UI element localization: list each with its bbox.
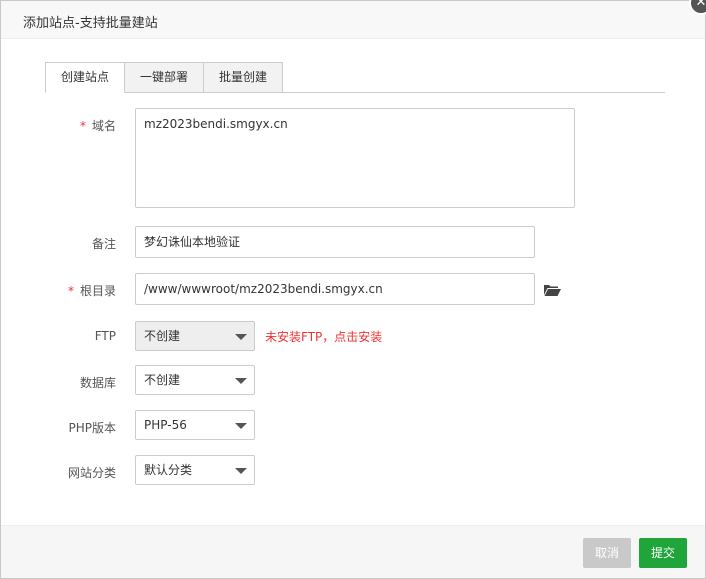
- chevron-down-icon: [235, 378, 247, 384]
- domain-label: * 域名: [79, 119, 116, 133]
- dialog-footer: 取消 提交: [1, 525, 705, 578]
- ftp-select-value: 不创建: [144, 329, 181, 343]
- tab-batch-create[interactable]: 批量创建: [203, 62, 283, 93]
- add-site-dialog: 添加站点-支持批量建站 ✕ 创建站点 一键部署 批量创建 * 域名 mz2023b…: [0, 0, 706, 579]
- folder-open-icon[interactable]: [544, 284, 561, 296]
- php-version-select-value: PHP-56: [144, 418, 187, 432]
- root-dir-input[interactable]: /www/wwwroot/mz2023bendi.smgyx.cn: [135, 273, 535, 305]
- database-label: 数据库: [79, 376, 116, 390]
- ftp-label: FTP: [94, 329, 116, 343]
- tab-divider: [45, 92, 665, 93]
- ftp-install-link[interactable]: 未安装FTP，点击安装: [265, 328, 382, 345]
- site-category-select[interactable]: 默认分类: [135, 455, 255, 485]
- cancel-button[interactable]: 取消: [583, 538, 631, 568]
- php-version-select[interactable]: PHP-56: [135, 410, 255, 440]
- database-select-value: 不创建: [144, 373, 181, 387]
- remark-input[interactable]: 梦幻诛仙本地验证: [135, 226, 535, 258]
- submit-button[interactable]: 提交: [639, 538, 687, 568]
- database-select[interactable]: 不创建: [135, 365, 255, 395]
- tab-create-site[interactable]: 创建站点: [45, 62, 125, 93]
- required-mark: *: [67, 284, 74, 298]
- remark-label: 备注: [91, 237, 116, 251]
- chevron-down-icon: [235, 334, 247, 340]
- php-version-label: PHP版本: [68, 421, 117, 435]
- chevron-down-icon: [235, 468, 247, 474]
- site-category-label: 网站分类: [67, 466, 116, 480]
- dialog-title: 添加站点-支持批量建站: [23, 16, 158, 31]
- dialog-header: 添加站点-支持批量建站: [1, 1, 705, 39]
- chevron-down-icon: [235, 423, 247, 429]
- root-dir-label: * 根目录: [67, 284, 116, 298]
- site-category-select-value: 默认分类: [144, 463, 193, 477]
- required-mark: *: [79, 119, 86, 133]
- ftp-select[interactable]: 不创建: [135, 321, 255, 351]
- domain-textarea[interactable]: mz2023bendi.smgyx.cn: [135, 108, 575, 208]
- tab-one-click-deploy[interactable]: 一键部署: [124, 62, 204, 93]
